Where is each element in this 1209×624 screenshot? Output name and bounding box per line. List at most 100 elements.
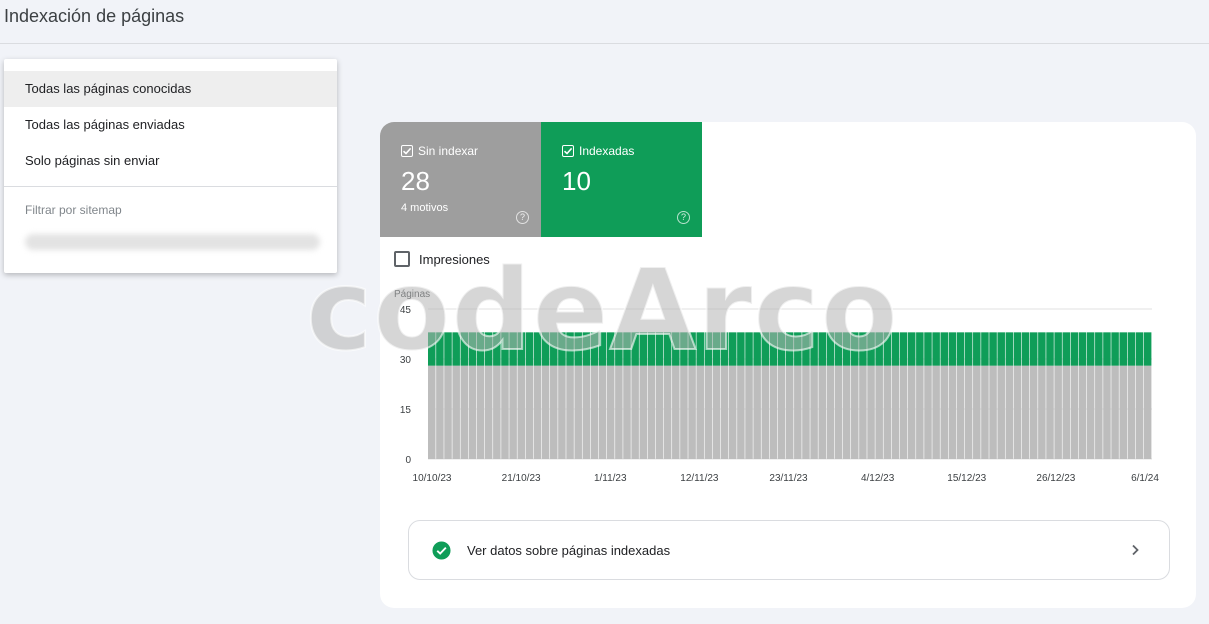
- bar-indexed: [761, 332, 770, 366]
- bar-not-indexed: [794, 365, 802, 459]
- bar-not-indexed: [1021, 365, 1030, 459]
- bar-not-indexed: [1013, 365, 1022, 459]
- bar-not-indexed: [574, 365, 582, 459]
- x-tick-label: 21/10/23: [502, 473, 541, 484]
- bar-not-indexed: [631, 365, 639, 459]
- impressions-toggle[interactable]: Impresiones: [394, 251, 490, 267]
- bar-not-indexed: [769, 365, 778, 459]
- bar-indexed: [810, 332, 818, 366]
- bar-indexed: [1086, 332, 1095, 366]
- sitemap-item-blurred[interactable]: [25, 234, 320, 250]
- bar-indexed: [631, 332, 639, 366]
- bar-not-indexed: [672, 365, 680, 459]
- menu-item-all-known[interactable]: Todas las páginas conocidas: [4, 71, 337, 107]
- y-tick-label: 30: [400, 355, 412, 366]
- bar-not-indexed: [720, 365, 729, 459]
- bar-indexed: [647, 332, 656, 366]
- not-indexed-label: Sin indexar: [418, 144, 479, 158]
- bar-not-indexed: [476, 365, 485, 459]
- bar-indexed: [606, 332, 615, 366]
- bar-not-indexed: [948, 365, 957, 459]
- bar-not-indexed: [1029, 365, 1038, 459]
- view-indexed-pages-label: Ver datos sobre páginas indexadas: [467, 543, 671, 558]
- bar-indexed: [590, 332, 599, 366]
- bar-not-indexed: [981, 365, 989, 459]
- bar-indexed: [672, 332, 680, 366]
- bar-not-indexed: [875, 365, 883, 459]
- bar-not-indexed: [753, 365, 761, 459]
- x-tick-label: 6/1/24: [1131, 473, 1159, 484]
- bar-indexed: [452, 332, 460, 366]
- help-circle-icon[interactable]: ?: [677, 211, 690, 224]
- bar-not-indexed: [566, 365, 574, 459]
- menu-divider: [4, 186, 337, 187]
- bar-not-indexed: [777, 365, 786, 459]
- indexed-tile[interactable]: Indexadas 10 ?: [541, 122, 702, 237]
- indexed-label: Indexadas: [579, 144, 635, 158]
- bar-not-indexed: [663, 365, 672, 459]
- view-indexed-pages-link[interactable]: Ver datos sobre páginas indexadas: [408, 520, 1170, 580]
- bar-indexed: [1021, 332, 1030, 366]
- bar-indexed: [615, 332, 623, 366]
- x-tick-label: 12/11/23: [680, 473, 719, 484]
- bar-not-indexed: [891, 365, 900, 459]
- bar-indexed: [932, 332, 940, 366]
- bar-indexed: [973, 332, 981, 366]
- bar-not-indexed: [452, 365, 460, 459]
- bar-indexed: [501, 332, 509, 366]
- menu-item-all-submitted[interactable]: Todas las páginas enviadas: [4, 107, 337, 143]
- bar-not-indexed: [867, 365, 875, 459]
- bar-indexed: [1135, 332, 1144, 366]
- sitemap-filter-heading: Filtrar por sitemap: [25, 203, 122, 217]
- bar-indexed: [566, 332, 574, 366]
- bar-indexed: [1095, 332, 1103, 366]
- x-tick-label: 1/11/23: [594, 473, 627, 484]
- filter-dropdown-menu: Todas las páginas conocidas Todas las pá…: [4, 59, 337, 273]
- page-title: Indexación de páginas: [4, 6, 185, 26]
- bar-indexed: [428, 332, 436, 366]
- bar-not-indexed: [1054, 365, 1062, 459]
- bar-indexed: [655, 332, 664, 366]
- bar-not-indexed: [1095, 365, 1103, 459]
- bar-indexed: [907, 332, 916, 366]
- bar-not-indexed: [1135, 365, 1144, 459]
- checkbox-unchecked-icon[interactable]: [394, 251, 410, 267]
- bar-not-indexed: [525, 365, 534, 459]
- bar-indexed: [842, 332, 851, 366]
- bar-indexed: [851, 332, 859, 366]
- bar-indexed: [1038, 332, 1046, 366]
- bar-not-indexed: [509, 365, 517, 459]
- bar-indexed: [1005, 332, 1014, 366]
- bar-not-indexed: [737, 365, 745, 459]
- x-tick-label: 10/10/23: [413, 473, 452, 484]
- check-circle-icon: [432, 541, 451, 560]
- bar-indexed: [737, 332, 745, 366]
- checkbox-checked-icon[interactable]: [401, 145, 413, 157]
- bar-indexed: [460, 332, 469, 366]
- bar-indexed: [525, 332, 534, 366]
- bar-not-indexed: [899, 365, 908, 459]
- x-tick-label: 4/12/23: [861, 473, 895, 484]
- menu-item-only-unsubmitted[interactable]: Solo páginas sin enviar: [4, 143, 337, 179]
- bar-indexed: [802, 332, 810, 366]
- bar-not-indexed: [728, 365, 737, 459]
- bar-indexed: [517, 332, 526, 366]
- not-indexed-tile[interactable]: Sin indexar 28 4 motivos ?: [380, 122, 541, 237]
- bar-indexed: [582, 332, 591, 366]
- bar-indexed: [777, 332, 786, 366]
- bar-indexed: [509, 332, 517, 366]
- bar-indexed: [484, 332, 493, 366]
- bar-not-indexed: [834, 365, 843, 459]
- bar-indexed: [948, 332, 957, 366]
- help-circle-icon[interactable]: ?: [516, 211, 529, 224]
- bar-indexed: [997, 332, 1005, 366]
- checkbox-checked-icon[interactable]: [562, 145, 574, 157]
- bar-not-indexed: [1119, 365, 1127, 459]
- bar-not-indexed: [1111, 365, 1119, 459]
- bar-indexed: [891, 332, 900, 366]
- bar-indexed: [533, 332, 542, 366]
- bar-indexed: [875, 332, 883, 366]
- bar-indexed: [1029, 332, 1038, 366]
- bar-not-indexed: [851, 365, 859, 459]
- bar-indexed: [663, 332, 672, 366]
